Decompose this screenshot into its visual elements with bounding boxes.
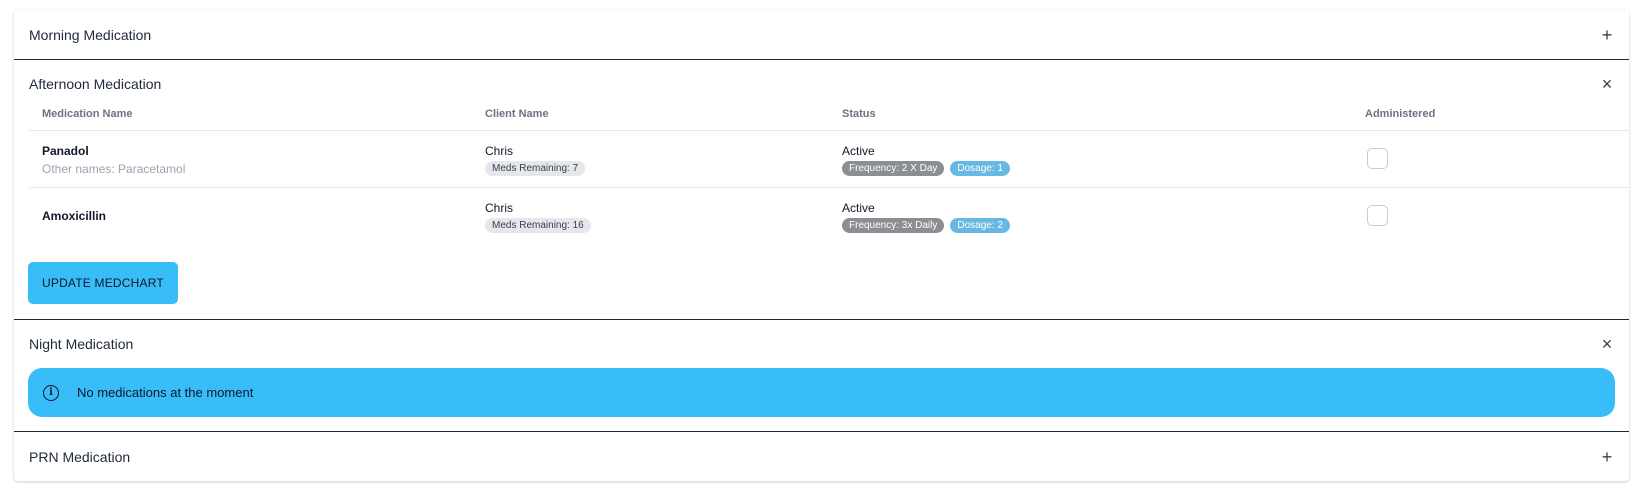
meds-remaining-badge: Meds Remaining: 7 — [485, 161, 586, 176]
collapse-icon[interactable]: × — [1599, 75, 1615, 93]
empty-alert: i No medications at the moment — [28, 368, 1615, 417]
expand-icon[interactable]: + — [1599, 448, 1615, 466]
table-row: Panadol Other names: Paracetamol Chris M… — [29, 130, 1629, 188]
medication-accordion: Morning Medication + Afternoon Medicatio… — [14, 10, 1629, 481]
alert-message: No medications at the moment — [77, 385, 254, 400]
night-section: Night Medication × i No medications at t… — [14, 320, 1629, 432]
meds-remaining-badge: Meds Remaining: 16 — [485, 218, 591, 233]
administered-checkbox[interactable] — [1367, 205, 1388, 226]
prn-header[interactable]: PRN Medication + — [14, 432, 1629, 481]
frequency-badge: Frequency: 3x Daily — [842, 218, 945, 233]
other-names: Other names: Paracetamol — [42, 162, 186, 176]
medication-name: Amoxicillin — [42, 209, 107, 223]
night-header[interactable]: Night Medication × — [14, 320, 1629, 368]
frequency-badge: Frequency: 2 X Day — [842, 161, 945, 176]
afternoon-section: Afternoon Medication × Medication Name C… — [14, 60, 1629, 320]
column-header: Administered — [1365, 108, 1436, 120]
expand-icon[interactable]: + — [1599, 26, 1615, 44]
status-text: Active — [842, 144, 875, 158]
info-icon: i — [43, 384, 59, 401]
prn-section: PRN Medication + — [14, 432, 1629, 481]
column-header: Client Name — [485, 108, 549, 120]
table-row: Amoxicillin Chris Meds Remaining: 16 Act… — [29, 187, 1629, 244]
section-title: Night Medication — [29, 336, 134, 352]
status-text: Active — [842, 201, 875, 215]
administered-checkbox[interactable] — [1367, 148, 1388, 169]
medication-name: Panadol — [42, 144, 89, 158]
column-header: Medication Name — [42, 108, 133, 120]
column-header: Status — [842, 108, 876, 120]
section-title: Afternoon Medication — [29, 76, 162, 92]
medication-table: Medication Name Client Name Status Admin… — [29, 108, 1629, 244]
client-name: Chris — [485, 201, 514, 215]
collapse-icon[interactable]: × — [1599, 335, 1615, 353]
update-medchart-button[interactable]: UPDATE MEDCHART — [28, 262, 178, 304]
afternoon-header[interactable]: Afternoon Medication × — [14, 60, 1629, 108]
section-title: PRN Medication — [29, 448, 131, 465]
morning-header[interactable]: Morning Medication + — [14, 10, 1629, 59]
section-title: Morning Medication — [29, 26, 152, 43]
morning-section: Morning Medication + — [14, 10, 1629, 60]
dosage-badge: Dosage: 1 — [950, 161, 1010, 176]
client-name: Chris — [485, 144, 514, 158]
dosage-badge: Dosage: 2 — [950, 218, 1010, 233]
